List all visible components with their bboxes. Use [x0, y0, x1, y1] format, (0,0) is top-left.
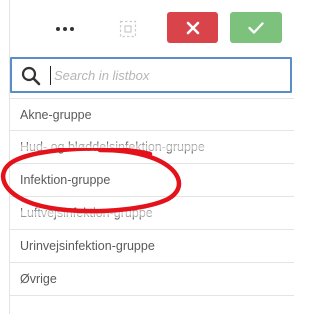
close-icon	[186, 21, 199, 34]
list-item-label: Infektion-gruppe	[20, 173, 111, 187]
list-item-label: Luftvejsinfektion-gruppe	[20, 206, 153, 220]
list-item-oevrige[interactable]: Øvrige	[10, 263, 294, 296]
selection-tool-button[interactable]	[113, 14, 143, 44]
list-item-luftvejsinfektion-gruppe[interactable]: Luftvejsinfektion-gruppe	[10, 197, 294, 230]
search-input[interactable]	[54, 63, 284, 88]
list-item-akne-gruppe[interactable]: Akne-gruppe	[10, 98, 294, 131]
listbox-list: Akne-gruppe Hud- og bløddelsinfektion-gr…	[10, 98, 294, 296]
list-item-label: Øvrige	[20, 272, 57, 286]
search-icon	[21, 66, 41, 86]
more-horizontal-icon	[56, 27, 74, 31]
list-item-urinvejsinfektion-gruppe[interactable]: Urinvejsinfektion-gruppe	[10, 230, 294, 263]
listbox-toolbar	[10, 0, 294, 56]
list-item-hud-og-bloeddelsinfektion-gruppe[interactable]: Hud- og bløddelsinfektion-gruppe	[10, 131, 294, 164]
confirm-selection-button[interactable]	[230, 12, 282, 43]
listbox-search	[10, 57, 292, 93]
list-item-label: Akne-gruppe	[20, 107, 92, 122]
text-cursor	[50, 66, 51, 85]
cancel-selection-button[interactable]	[167, 12, 218, 43]
list-item-label: Hud- og bløddelsinfektion-gruppe	[20, 140, 205, 154]
list-item-label: Urinvejsinfektion-gruppe	[20, 239, 155, 253]
more-options-button[interactable]	[50, 14, 80, 44]
selection-icon	[119, 20, 137, 38]
list-item-infektion-gruppe[interactable]: Infektion-gruppe	[10, 164, 294, 197]
check-icon	[248, 21, 264, 34]
